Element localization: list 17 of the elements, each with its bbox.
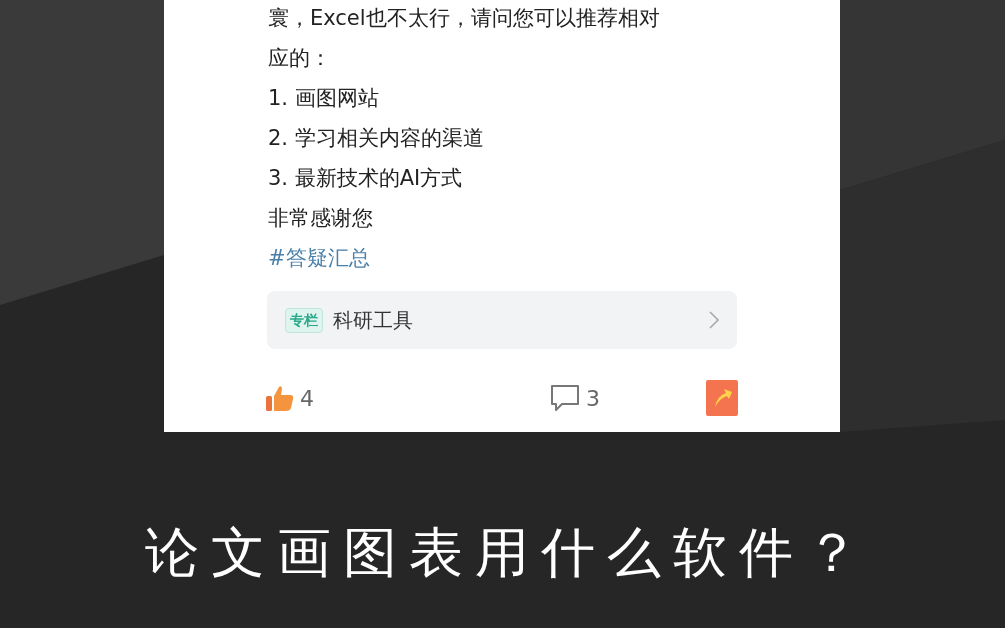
thumbs-up-icon[interactable] xyxy=(266,385,294,411)
column-link[interactable]: 专栏 科研工具 xyxy=(267,291,737,349)
post-text-line: 寰，Excel也不太行，请问您可以推荐相对 xyxy=(268,5,661,32)
comment-count: 3 xyxy=(586,384,600,413)
chevron-right-icon xyxy=(709,311,719,329)
column-title: 科研工具 xyxy=(333,307,414,334)
post-text-line: 1. 画图网站 xyxy=(268,85,380,112)
post-text-line: 2. 学习相关内容的渠道 xyxy=(268,125,485,152)
comment-icon[interactable] xyxy=(550,384,580,412)
post-text-line: 应的： xyxy=(268,45,332,72)
share-icon[interactable] xyxy=(706,380,738,416)
video-caption: 论文画图表用什么软件？ xyxy=(143,520,872,586)
like-count: 4 xyxy=(300,384,314,413)
hashtag-link[interactable]: #答疑汇总 xyxy=(268,238,370,278)
post-text-line: 3. 最新技术的AI方式 xyxy=(268,165,464,192)
post-text-line: 非常感谢您 xyxy=(268,205,374,232)
column-badge: 专栏 xyxy=(285,307,323,333)
